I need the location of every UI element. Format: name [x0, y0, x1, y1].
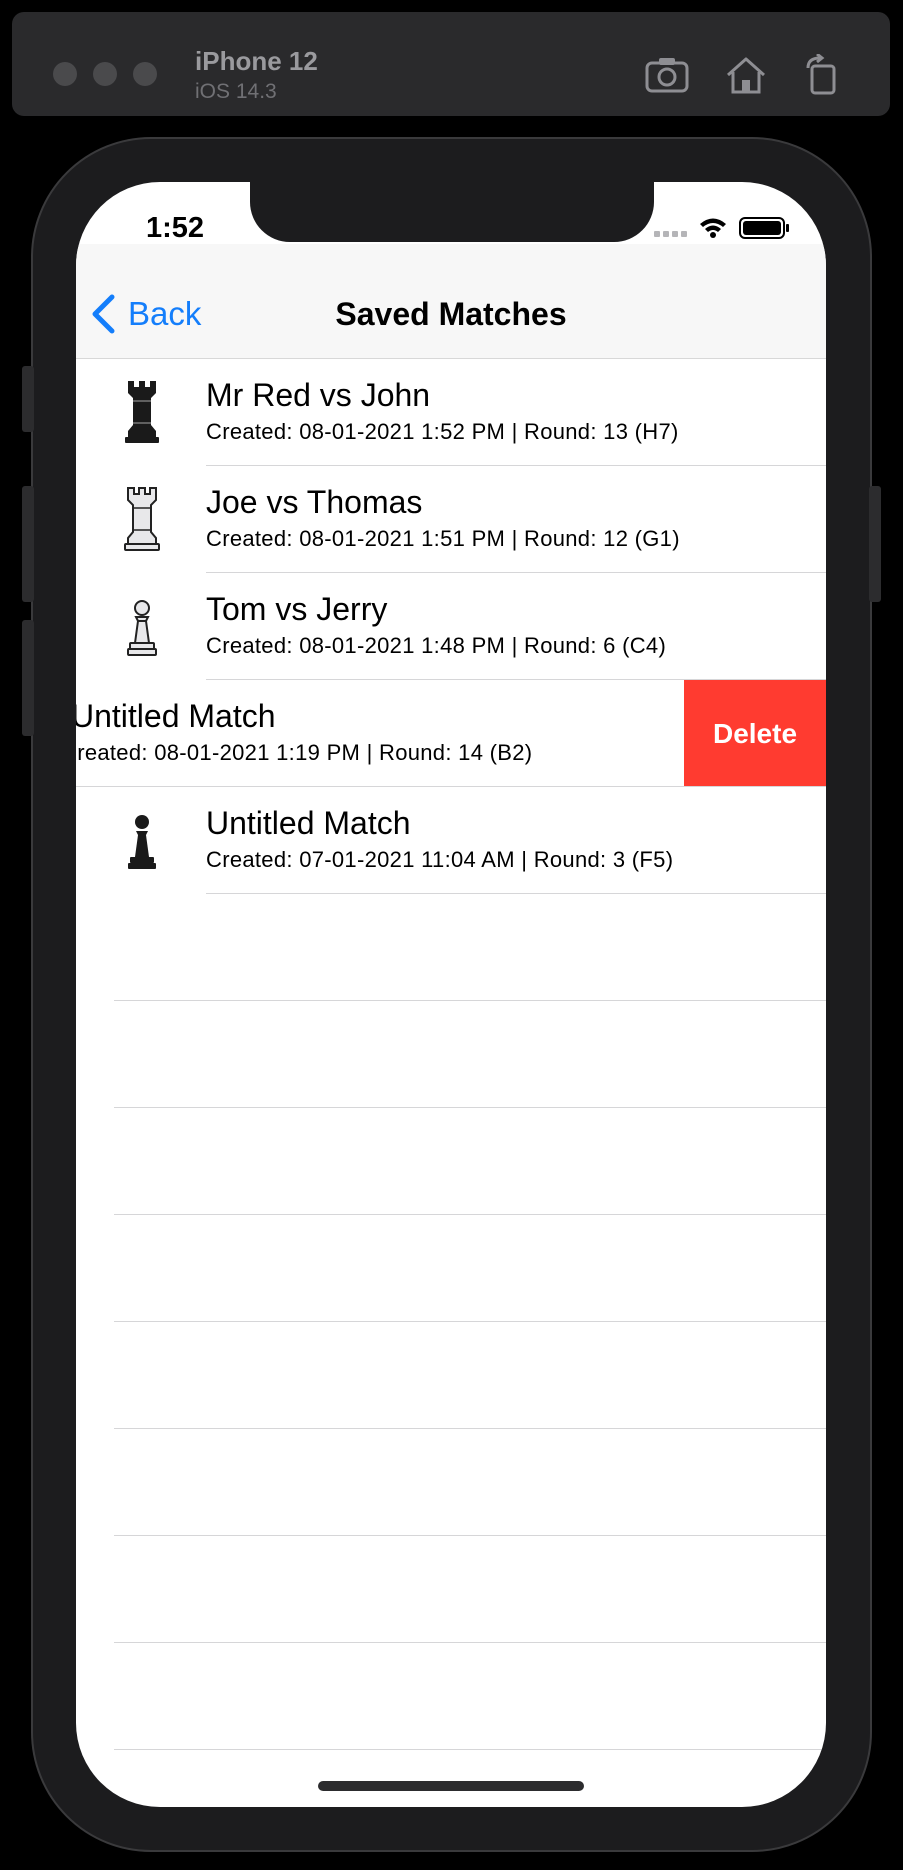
white-pawn-icon	[127, 600, 157, 656]
simulator-device-name: iPhone 12	[195, 46, 318, 76]
match-title: Untitled Match	[206, 805, 411, 841]
close-window-dot[interactable]	[53, 62, 77, 86]
match-title: Tom vs Jerry	[206, 591, 388, 627]
white-rook-icon	[124, 487, 160, 551]
match-details: Created: 08-01-2021 1:52 PM | Round: 13 …	[206, 419, 679, 444]
delete-button[interactable]: Delete	[684, 680, 826, 787]
battery-icon	[739, 217, 789, 239]
notch	[250, 182, 654, 242]
empty-row	[76, 1429, 826, 1536]
status-icons	[654, 217, 789, 239]
list-item[interactable]: Mr Red vs John Created: 08-01-2021 1:52 …	[76, 359, 826, 466]
home-indicator[interactable]	[318, 1781, 584, 1791]
black-pawn-icon	[128, 815, 156, 869]
black-rook-icon	[125, 381, 159, 443]
phone-screen: 1:52 Back Saved Matches Mr Red vs John C…	[76, 182, 826, 1807]
match-details: Created: 07-01-2021 11:04 AM | Round: 3 …	[206, 847, 674, 872]
list-item[interactable]: Joe vs Thomas Created: 08-01-2021 1:51 P…	[76, 466, 826, 573]
screenshot-icon[interactable]	[644, 54, 690, 96]
list-item-swiped[interactable]: Untitled Match Created: 08-01-2021 1:19 …	[76, 680, 826, 787]
mute-switch	[22, 366, 34, 432]
empty-row	[76, 1215, 826, 1322]
list-item[interactable]: Untitled Match Created: 07-01-2021 11:04…	[76, 787, 826, 894]
empty-row	[76, 1643, 826, 1750]
saved-matches-list[interactable]: Mr Red vs John Created: 08-01-2021 1:52 …	[76, 359, 826, 1750]
rotate-icon[interactable]	[800, 54, 846, 96]
status-time: 1:52	[146, 212, 205, 244]
navigation-bar: Back Saved Matches	[76, 244, 826, 359]
volume-down-button	[22, 620, 34, 736]
page-title: Saved Matches	[335, 296, 567, 332]
empty-row	[76, 1001, 826, 1108]
empty-row	[76, 1536, 826, 1643]
empty-row	[76, 894, 826, 1001]
match-details: Created: 08-01-2021 1:19 PM | Round: 14 …	[76, 740, 533, 765]
volume-up-button	[22, 486, 34, 602]
home-icon[interactable]	[723, 54, 769, 96]
match-details: Created: 08-01-2021 1:51 PM | Round: 12 …	[206, 526, 680, 551]
match-details: Created: 08-01-2021 1:48 PM | Round: 6 (…	[206, 633, 667, 658]
wifi-icon	[700, 218, 726, 238]
row-divider	[114, 1749, 826, 1750]
simulator-toolbar: iPhone 12 iOS 14.3	[12, 12, 890, 116]
list-item[interactable]: Tom vs Jerry Created: 08-01-2021 1:48 PM…	[76, 573, 826, 680]
empty-row	[76, 1108, 826, 1215]
match-title: Mr Red vs John	[206, 377, 431, 413]
simulator-os-version: iOS 14.3	[195, 80, 277, 103]
match-title: Untitled Match	[76, 698, 276, 734]
zoom-window-dot[interactable]	[133, 62, 157, 86]
power-button	[869, 486, 881, 602]
minimize-window-dot[interactable]	[93, 62, 117, 86]
empty-row	[76, 1322, 826, 1429]
match-title: Joe vs Thomas	[206, 484, 423, 520]
signal-icon	[654, 231, 687, 237]
